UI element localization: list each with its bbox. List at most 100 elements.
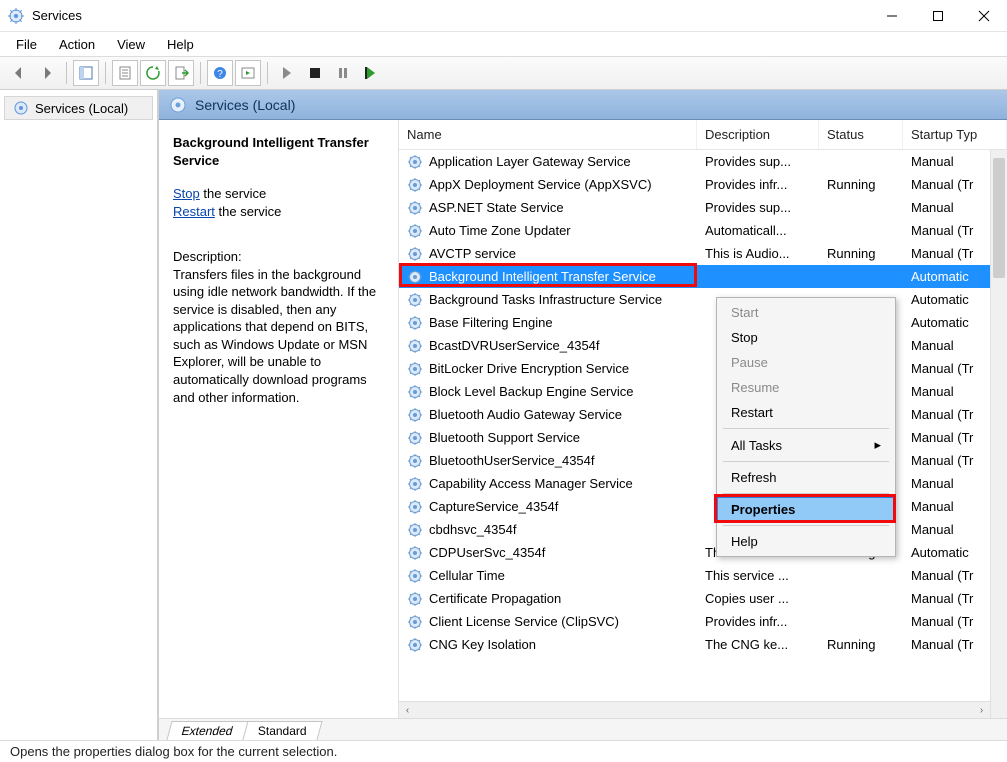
context-menu-separator	[723, 428, 889, 429]
service-list: Name Description Status Startup Typ Appl…	[399, 120, 1007, 718]
menu-help[interactable]: Help	[157, 35, 204, 54]
menu-action[interactable]: Action	[49, 35, 105, 54]
service-console-button[interactable]	[235, 60, 261, 86]
properties-button[interactable]	[112, 60, 138, 86]
gear-icon	[407, 200, 423, 216]
detail-pane: Background Intelligent Transfer Service …	[159, 120, 399, 718]
context-menu-item-properties[interactable]: Properties	[717, 497, 895, 522]
service-name-cell: Bluetooth Audio Gateway Service	[429, 407, 622, 422]
col-startup[interactable]: Startup Typ	[903, 120, 1007, 149]
context-menu-item-start: Start	[717, 300, 895, 325]
restart-service-button[interactable]	[358, 60, 384, 86]
service-name-cell: BitLocker Drive Encryption Service	[429, 361, 629, 376]
service-desc-cell: This service ...	[697, 568, 819, 583]
table-row[interactable]: ASP.NET State ServiceProvides sup...Manu…	[399, 196, 1007, 219]
service-desc-cell: Automaticall...	[697, 223, 819, 238]
menu-file[interactable]: File	[6, 35, 47, 54]
export-button[interactable]	[168, 60, 194, 86]
table-row[interactable]: BluetoothUserService_4354fManual (Tr	[399, 449, 1007, 472]
tab-bar: Extended Standard	[159, 718, 1007, 740]
context-menu-separator	[723, 461, 889, 462]
table-row[interactable]: Bluetooth Support ServiceManual (Tr	[399, 426, 1007, 449]
table-row[interactable]: Capability Access Manager ServiceManual	[399, 472, 1007, 495]
start-service-button[interactable]	[274, 60, 300, 86]
gear-icon	[13, 100, 29, 116]
refresh-button[interactable]	[140, 60, 166, 86]
service-name-cell: Block Level Backup Engine Service	[429, 384, 634, 399]
table-row[interactable]: Auto Time Zone UpdaterAutomaticall...Man…	[399, 219, 1007, 242]
vertical-scrollbar[interactable]	[990, 150, 1007, 718]
table-row[interactable]: BcastDVRUserService_4354fManual	[399, 334, 1007, 357]
table-row[interactable]: Background Intelligent Transfer ServiceA…	[399, 265, 1007, 288]
context-menu-item-restart[interactable]: Restart	[717, 400, 895, 425]
col-status[interactable]: Status	[819, 120, 903, 149]
maximize-button[interactable]	[915, 0, 961, 32]
table-row[interactable]: Block Level Backup Engine ServiceManual	[399, 380, 1007, 403]
gear-icon	[407, 591, 423, 607]
context-menu-item-pause: Pause	[717, 350, 895, 375]
context-menu-item-refresh[interactable]: Refresh	[717, 465, 895, 490]
service-name-cell: ASP.NET State Service	[429, 200, 564, 215]
table-row[interactable]: Certificate PropagationCopies user ...Ma…	[399, 587, 1007, 610]
service-name-cell: Capability Access Manager Service	[429, 476, 633, 491]
context-menu-item-help[interactable]: Help	[717, 529, 895, 554]
table-row[interactable]: CDPUserSvc_4354fThis user ser...RunningA…	[399, 541, 1007, 564]
service-status-cell: Running	[819, 246, 903, 261]
help-button[interactable]: ?	[207, 60, 233, 86]
table-row[interactable]: Application Layer Gateway Service Provide…	[399, 150, 1007, 173]
description-body: Transfers files in the background using …	[173, 266, 388, 406]
col-description[interactable]: Description	[697, 120, 819, 149]
service-name-cell: BcastDVRUserService_4354f	[429, 338, 600, 353]
menu-bar: File Action View Help	[0, 32, 1007, 56]
service-desc-cell: Provides sup...	[697, 154, 819, 169]
table-row[interactable]: Client License Service (ClipSVC)Provides…	[399, 610, 1007, 633]
tab-standard[interactable]: Standard	[242, 721, 322, 740]
status-bar: Opens the properties dialog box for the …	[0, 740, 1007, 762]
table-row[interactable]: Cellular TimeThis service ...Manual (Tr	[399, 564, 1007, 587]
chevron-right-icon: ▸	[874, 437, 881, 453]
stop-service-button[interactable]	[302, 60, 328, 86]
table-row[interactable]: BitLocker Drive Encryption ServiceManual…	[399, 357, 1007, 380]
context-menu-item-all-tasks[interactable]: All Tasks▸	[717, 432, 895, 458]
service-desc-cell: The CNG ke...	[697, 637, 819, 652]
view-header: Services (Local)	[159, 90, 1007, 120]
restart-link[interactable]: Restart	[173, 204, 215, 219]
table-row[interactable]: AVCTP serviceThis is Audio...RunningManu…	[399, 242, 1007, 265]
table-row[interactable]: Background Tasks Infrastructure ServiceA…	[399, 288, 1007, 311]
gear-icon	[169, 96, 187, 114]
service-name-cell: Application Layer Gateway Service	[429, 154, 631, 169]
close-button[interactable]	[961, 0, 1007, 32]
context-menu-item-stop[interactable]: Stop	[717, 325, 895, 350]
context-menu: StartStopPauseResumeRestartAll Tasks▸Ref…	[716, 297, 896, 557]
horizontal-scrollbar[interactable]: ‹›	[399, 701, 990, 718]
gear-icon	[407, 453, 423, 469]
context-menu-separator	[723, 493, 889, 494]
tree-root-item[interactable]: Services (Local)	[4, 96, 153, 120]
table-row[interactable]: AppX Deployment Service (AppXSVC)Provide…	[399, 173, 1007, 196]
forward-button[interactable]	[34, 60, 60, 86]
stop-link[interactable]: Stop	[173, 186, 200, 201]
gear-icon	[407, 338, 423, 354]
menu-view[interactable]: View	[107, 35, 155, 54]
table-row[interactable]: CaptureService_4354fManual	[399, 495, 1007, 518]
service-desc-cell: Copies user ...	[697, 591, 819, 606]
table-row[interactable]: Bluetooth Audio Gateway ServiceManual (T…	[399, 403, 1007, 426]
back-button[interactable]	[6, 60, 32, 86]
table-row[interactable]: CNG Key IsolationThe CNG ke...RunningMan…	[399, 633, 1007, 656]
minimize-button[interactable]	[869, 0, 915, 32]
table-row[interactable]: cbdhsvc_4354fManual	[399, 518, 1007, 541]
service-status-cell: Running	[819, 637, 903, 652]
gear-icon	[407, 384, 423, 400]
gear-icon	[407, 430, 423, 446]
service-name-cell: Client License Service (ClipSVC)	[429, 614, 619, 629]
col-name[interactable]: Name	[399, 120, 697, 149]
gear-icon	[407, 407, 423, 423]
status-text: Opens the properties dialog box for the …	[10, 744, 337, 759]
pause-service-button[interactable]	[330, 60, 356, 86]
gear-icon	[407, 499, 423, 515]
show-hide-tree-button[interactable]	[73, 60, 99, 86]
service-name-cell: CaptureService_4354f	[429, 499, 558, 514]
gear-icon	[407, 568, 423, 584]
tab-extended[interactable]: Extended	[166, 721, 248, 740]
table-row[interactable]: Base Filtering EngineAutomatic	[399, 311, 1007, 334]
